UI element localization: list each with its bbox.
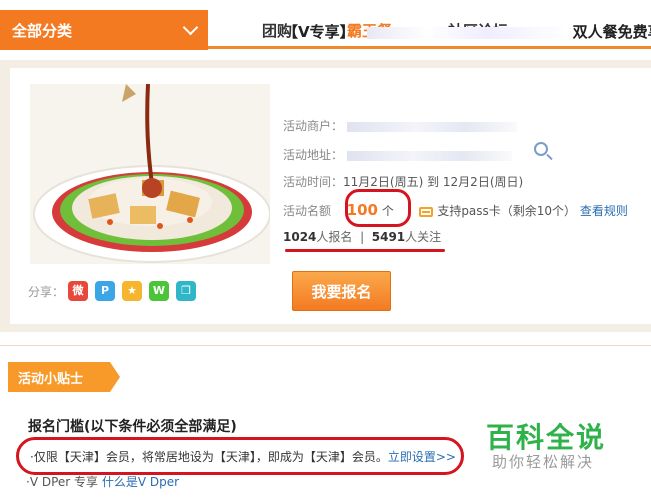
stats-separator: | (360, 230, 365, 244)
food-illustration (30, 84, 270, 264)
view-rules-link[interactable]: 查看规则 (580, 204, 628, 218)
deal-photo (30, 84, 270, 264)
follow-label: 人关注 (405, 230, 442, 244)
pinterest-icon[interactable]: P (95, 281, 115, 301)
star-icon[interactable]: ★ (122, 281, 142, 301)
vdper-text: ·V DPer 专享 (26, 475, 99, 489)
quota-label: 活动名额 (283, 204, 332, 218)
deal-title-suffix: 双人餐免费享 (572, 23, 651, 41)
all-categories-button[interactable]: 全部分类 (0, 10, 208, 50)
requirement-vdper: ·V DPer 专享 什么是V Dper (26, 473, 179, 490)
watermark-subtitle: 助你轻松解决 (492, 453, 595, 471)
deal-stats: 1024人报名 | 5491人关注 (283, 228, 441, 245)
quota-row: 活动名额 100 个 支持pass卡（剩余10个） 查看规则 (283, 201, 628, 219)
redacted-text (366, 26, 567, 39)
all-categories-label: 全部分类 (12, 22, 73, 40)
signup-label: 人报名 (316, 230, 353, 244)
requirements-title: 报名门槛(以下条件必须全部满足) (28, 419, 237, 435)
merchant-redacted[interactable] (346, 121, 517, 132)
wechat-icon[interactable]: W (149, 281, 169, 301)
requirement-highlight-annotation (16, 437, 464, 475)
deal-title-prefix: 【V专享】 (283, 23, 355, 41)
merchant-label: 活动商户： (283, 119, 344, 133)
follow-count: 5491 (371, 230, 406, 244)
deal-title: 【V专享】 双人餐免费享 (283, 21, 651, 42)
time-value: 11月2日(周五) 到 12月2日(周日) (343, 175, 524, 189)
search-icon[interactable] (534, 142, 548, 156)
tips-flag: 活动小贴士 (8, 362, 120, 392)
address-label: 活动地址： (283, 148, 344, 162)
watermark-title: 百科全说 (486, 421, 607, 454)
weibo-icon[interactable]: 微 (68, 281, 88, 301)
pass-text: 支持pass卡（剩余10个） (437, 204, 577, 218)
address-row: 活动地址： (283, 146, 512, 163)
stats-underline-annotation (285, 249, 445, 252)
share-label: 分享： (28, 285, 65, 299)
chevron-down-icon (182, 19, 199, 36)
time-label: 活动时间： (283, 175, 344, 189)
what-is-vdper-link[interactable]: 什么是V Dper (102, 475, 179, 489)
time-row: 活动时间：11月2日(周五) 到 12月2日(周日) (283, 173, 523, 190)
signup-count: 1024 (283, 230, 317, 244)
address-redacted (346, 150, 512, 161)
signup-button[interactable]: 我要报名 (292, 271, 391, 311)
pass-card-icon (419, 206, 434, 217)
merchant-row: 活动商户： (283, 117, 517, 134)
copy-icon[interactable]: ❐ (176, 281, 196, 301)
quota-highlight-annotation (345, 189, 411, 227)
